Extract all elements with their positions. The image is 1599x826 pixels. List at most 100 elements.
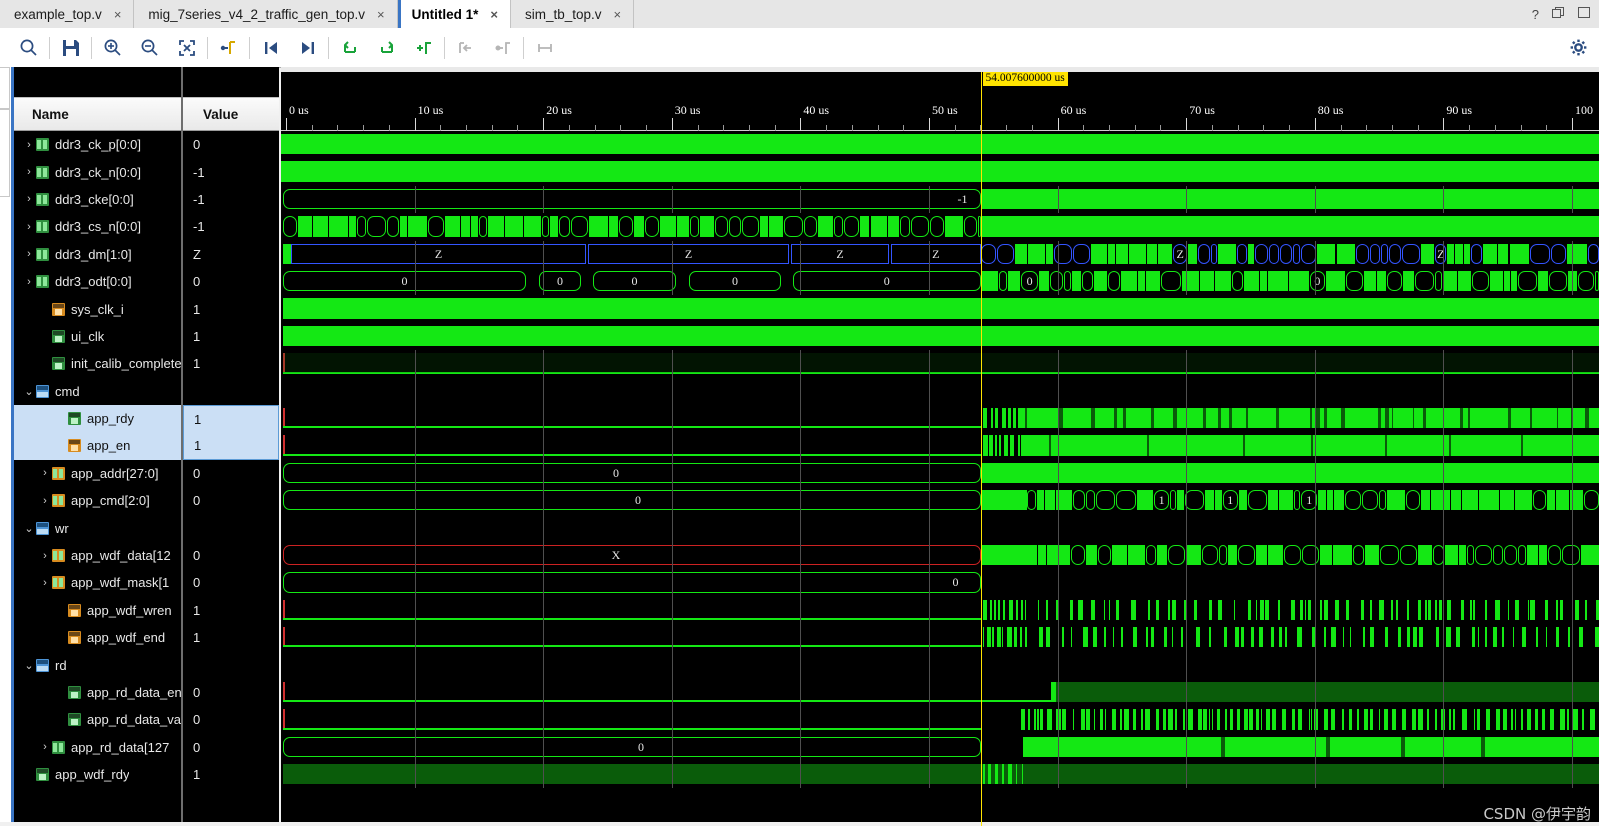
signal-row[interactable]: app_wdf_wren	[14, 597, 181, 624]
tab-mig-traffic-gen-top[interactable]: mig_7series_v4_2_traffic_gen_top.v ×	[134, 0, 398, 28]
waveform-row[interactable]	[281, 295, 1599, 322]
value-column-header[interactable]: Value	[183, 97, 279, 131]
add-marker-prev-icon[interactable]	[331, 31, 368, 65]
chevron-down-icon[interactable]: ⌄	[22, 659, 36, 672]
chevron-right-icon[interactable]: ›	[38, 550, 52, 562]
waveform-row[interactable]	[281, 213, 1599, 240]
signal-value-cell[interactable]: 1	[183, 761, 279, 788]
waveform-row[interactable]	[281, 350, 1599, 378]
signal-row[interactable]: app_rdy	[14, 404, 181, 433]
waveform-row[interactable]: 0	[281, 459, 1599, 488]
chevron-right-icon[interactable]: ›	[22, 248, 36, 260]
signal-row[interactable]: › app_addr[27:0]	[14, 460, 181, 487]
waveform-canvas[interactable]: 0 us 10 us 20 us 30 us 40 us 50 us 60 us 70 us 8…	[281, 67, 1599, 826]
signal-row[interactable]: › app_rd_data[127	[14, 734, 181, 761]
signal-value-cell[interactable]: -1	[183, 158, 279, 185]
close-icon[interactable]: ×	[375, 7, 387, 22]
signal-value-cell[interactable]	[183, 378, 279, 405]
waveform-row[interactable]	[281, 624, 1599, 652]
close-icon[interactable]: ×	[612, 7, 624, 22]
signal-row[interactable]: app_wdf_end	[14, 624, 181, 651]
signal-row[interactable]: app_en	[14, 432, 181, 460]
waveform-row[interactable]	[281, 432, 1599, 460]
signal-row[interactable]: sys_clk_i	[14, 295, 181, 322]
waveform-row[interactable]: -1	[281, 185, 1599, 214]
snap-right-icon[interactable]	[484, 31, 521, 65]
tab-sim-tb-top[interactable]: sim_tb_top.v ×	[511, 0, 635, 28]
chevron-right-icon[interactable]: ›	[38, 741, 52, 753]
waveform-row[interactable]: 0	[281, 733, 1599, 761]
waveform-row[interactable]	[281, 377, 1599, 405]
chevron-right-icon[interactable]: ›	[22, 193, 36, 205]
waveform-row[interactable]: 0	[281, 569, 1599, 597]
signal-row[interactable]: app_wdf_rdy	[14, 761, 181, 788]
signal-value-cell[interactable]: 0	[183, 706, 279, 733]
waveform-row[interactable]: 0 1 1 1	[281, 487, 1599, 515]
signal-row[interactable]: › app_wdf_data[12	[14, 542, 181, 569]
signal-value-cell[interactable]: -1	[183, 213, 279, 240]
signal-value-cell[interactable]	[183, 651, 279, 678]
signal-value-cell[interactable]: 0	[183, 569, 279, 596]
signal-value-cell[interactable]: 1	[183, 624, 279, 651]
signal-value-cell[interactable]: 1	[183, 323, 279, 350]
signal-row[interactable]: app_rd_data_val	[14, 706, 181, 733]
restore-icon[interactable]	[1552, 6, 1565, 22]
signal-row[interactable]: › ddr3_dm[1:0]	[14, 241, 181, 268]
signal-value-cell[interactable]	[183, 514, 279, 541]
signal-row[interactable]: › ddr3_cs_n[0:0]	[14, 213, 181, 240]
chevron-down-icon[interactable]: ⌄	[22, 385, 36, 398]
add-marker-icon[interactable]	[405, 31, 442, 65]
signal-row[interactable]: › ddr3_odt[0:0]	[14, 268, 181, 295]
waveform-row[interactable]	[281, 404, 1599, 433]
chevron-down-icon[interactable]: ⌄	[22, 522, 36, 535]
waveform-row[interactable]	[281, 706, 1599, 734]
signal-value-cell[interactable]: 0	[183, 679, 279, 706]
waveform-row[interactable]	[281, 514, 1599, 542]
close-icon[interactable]: ×	[488, 7, 500, 22]
zoom-out-icon[interactable]	[131, 31, 168, 65]
previous-transition-icon[interactable]	[252, 31, 289, 65]
signal-row[interactable]: › ddr3_ck_p[0:0]	[14, 131, 181, 158]
signal-row[interactable]: › app_cmd[2:0]	[14, 487, 181, 514]
waveform-row[interactable]	[281, 651, 1599, 679]
chevron-right-icon[interactable]: ›	[38, 495, 52, 507]
help-icon[interactable]: ?	[1532, 7, 1539, 22]
signal-value-cell[interactable]: -1	[183, 186, 279, 213]
signal-row[interactable]: ⌄ cmd	[14, 378, 181, 405]
chevron-right-icon[interactable]: ›	[22, 276, 36, 288]
signal-value-cell[interactable]: Z	[183, 241, 279, 268]
search-icon[interactable]	[10, 31, 47, 65]
measure-icon[interactable]	[526, 31, 563, 65]
signal-row[interactable]: › ddr3_cke[0:0]	[14, 186, 181, 213]
zoom-in-icon[interactable]	[94, 31, 131, 65]
chevron-right-icon[interactable]: ›	[38, 577, 52, 589]
waveform-row[interactable]: X	[281, 541, 1599, 570]
chevron-right-icon[interactable]: ›	[22, 139, 36, 151]
signal-row[interactable]: ⌄ wr	[14, 514, 181, 541]
waveform-row[interactable]	[281, 678, 1599, 707]
waveform-row[interactable]	[281, 131, 1599, 158]
signal-value-cell[interactable]: 0	[183, 542, 279, 569]
chevron-right-icon[interactable]: ›	[38, 467, 52, 479]
save-icon[interactable]	[52, 31, 89, 65]
signal-value-cell[interactable]: 1	[183, 432, 279, 460]
waveform-row[interactable]	[281, 760, 1599, 789]
signal-row[interactable]: app_rd_data_en	[14, 679, 181, 706]
waveform-row[interactable]	[281, 323, 1599, 350]
signal-row[interactable]: init_calib_complete	[14, 350, 181, 377]
signal-row[interactable]: ui_clk	[14, 323, 181, 350]
signal-value-panel[interactable]: Value 0 -1 -1 -1 Z 0 1 1 1 1 1 0 0 0 0 1 1 0 0 0 1	[183, 67, 279, 826]
waveform-row[interactable]: ZZZZZZ	[281, 240, 1599, 268]
next-transition-icon[interactable]	[289, 31, 326, 65]
signal-value-cell[interactable]: 1	[183, 350, 279, 377]
signal-value-cell[interactable]: 0	[183, 268, 279, 295]
snap-left-icon[interactable]	[447, 31, 484, 65]
signal-row[interactable]: › ddr3_ck_n[0:0]	[14, 158, 181, 185]
waveform-row[interactable]	[281, 158, 1599, 185]
tab-example-top[interactable]: example_top.v ×	[0, 0, 135, 28]
close-icon[interactable]: ×	[112, 7, 124, 22]
settings-button[interactable]	[1570, 39, 1599, 56]
signal-row[interactable]: ⌄ rd	[14, 651, 181, 678]
maximize-icon[interactable]	[1578, 6, 1591, 22]
waveform-row[interactable]	[281, 596, 1599, 625]
